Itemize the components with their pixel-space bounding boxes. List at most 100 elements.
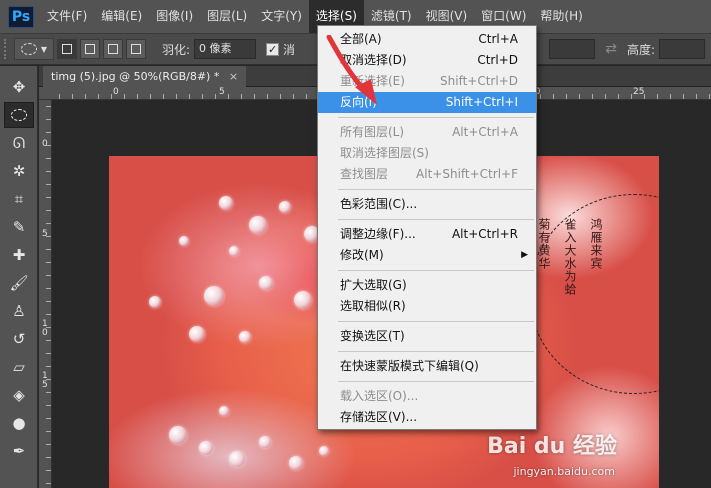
- menu-separator: [338, 117, 534, 118]
- ruler-tick: [46, 197, 51, 198]
- pen-icon[interactable]: ✒: [4, 438, 34, 464]
- ruler-tick: [46, 249, 51, 250]
- close-icon[interactable]: ×: [229, 70, 238, 83]
- ruler-tick: [46, 106, 51, 107]
- ruler-label: 25: [633, 87, 645, 97]
- height-input[interactable]: [659, 39, 705, 59]
- ruler-tick: [46, 366, 51, 367]
- brush-icon[interactable]: 🖌: [4, 270, 34, 296]
- menu-item-shortcut: Alt+Shift+Ctrl+F: [416, 167, 518, 181]
- ruler-tick: [644, 94, 645, 99]
- menu-item-label: 查找图层: [340, 167, 389, 181]
- menu-item-shortcut: Ctrl+A: [478, 32, 518, 46]
- select-menu-item[interactable]: 色彩范围(C)...: [318, 194, 536, 215]
- menu-2[interactable]: 图像(I): [149, 0, 200, 33]
- ruler-tick: [46, 314, 51, 315]
- ruler-tick: [98, 94, 99, 99]
- new-selection-button[interactable]: [57, 39, 77, 59]
- select-menu-item[interactable]: 查找图层 Alt+Shift+Ctrl+F: [318, 164, 536, 185]
- ruler-tick: [59, 94, 60, 99]
- ruler-tick: [605, 94, 606, 99]
- select-menu-item[interactable]: 调整边缘(F)... Alt+Ctrl+R: [318, 224, 536, 245]
- water-droplet: [169, 426, 187, 444]
- ruler-tick: [696, 94, 697, 99]
- crop-icon[interactable]: ⌗: [4, 186, 34, 212]
- ruler-label: 5: [219, 87, 225, 97]
- ruler-tick: [202, 94, 203, 99]
- ruler-tick: [46, 340, 51, 341]
- select-menu-item[interactable]: 取消选择图层(S): [318, 143, 536, 164]
- ruler-tick: [306, 94, 307, 99]
- lasso-icon[interactable]: ᘏ: [4, 130, 34, 156]
- clone-stamp-icon[interactable]: ♙: [4, 298, 34, 324]
- move-icon[interactable]: ✥: [4, 74, 34, 100]
- dodge-icon[interactable]: ●: [4, 410, 34, 436]
- water-droplet: [229, 451, 245, 467]
- options-grip[interactable]: [4, 39, 10, 59]
- water-droplet: [279, 201, 291, 213]
- select-menu-item[interactable]: 选取相似(R): [318, 296, 536, 317]
- ruler-tick: [241, 94, 242, 99]
- select-menu-item[interactable]: 修改(M) ▶: [318, 245, 536, 266]
- menu-item-label: 色彩范围(C)...: [340, 197, 418, 211]
- menu-item-shortcut: Shift+Ctrl+I: [445, 95, 518, 109]
- water-droplet: [259, 436, 271, 448]
- ruler-tick: [85, 94, 86, 99]
- menu-item-label: 取消选择图层(S): [340, 146, 429, 160]
- ellipse-marquee-icon[interactable]: [4, 102, 34, 128]
- select-menu-item[interactable]: 载入选区(O)...: [318, 386, 536, 407]
- width-input[interactable]: [549, 39, 596, 59]
- ruler-tick: [46, 483, 51, 484]
- ruler-tick: [46, 223, 51, 224]
- menu-separator: [338, 219, 534, 220]
- ruler-tick: [566, 94, 567, 99]
- select-menu-item[interactable]: 扩大选取(G): [318, 275, 536, 296]
- ruler-tick: [293, 94, 294, 99]
- ruler-tick: [72, 94, 73, 99]
- ruler-tick: [46, 288, 51, 289]
- select-menu-item[interactable]: 在快速蒙版模式下编辑(Q): [318, 356, 536, 377]
- history-brush-icon[interactable]: ↺: [4, 326, 34, 352]
- ruler-tick: [46, 171, 51, 172]
- ruler-tick: [592, 94, 593, 99]
- eyedropper-icon[interactable]: ✎: [4, 214, 34, 240]
- menu-item-label: 所有图层(L): [340, 125, 405, 139]
- document-tab[interactable]: timg (5).jpg @ 50%(RGB/8#) * ×: [43, 66, 247, 87]
- eraser-icon[interactable]: ▱: [4, 354, 34, 380]
- water-droplet: [294, 291, 312, 309]
- menu-item-shortcut: Alt+Ctrl+A: [452, 125, 518, 139]
- menu-item-label: 调整边缘(F)...: [340, 227, 416, 241]
- antialias-checkbox[interactable]: ✓: [266, 42, 280, 56]
- paint-bucket-icon[interactable]: ◈: [4, 382, 34, 408]
- menu-0[interactable]: 文件(F): [40, 0, 94, 33]
- subtract-from-selection-button[interactable]: [103, 39, 123, 59]
- ruler-label: 1 0: [42, 319, 48, 338]
- ruler-tick: [124, 94, 125, 99]
- ruler-tick: [631, 94, 632, 99]
- feather-input[interactable]: 0 像素: [194, 39, 257, 59]
- water-droplet: [289, 456, 303, 470]
- add-to-selection-button[interactable]: [80, 39, 100, 59]
- tool-preset-picker[interactable]: ▼: [14, 38, 54, 60]
- feather-label: 羽化:: [162, 42, 191, 57]
- water-droplet: [204, 286, 224, 306]
- healing-brush-icon[interactable]: ✚: [4, 242, 34, 268]
- ruler-tick: [111, 94, 112, 99]
- menu-4[interactable]: 文字(Y): [254, 0, 309, 33]
- menu-9[interactable]: 帮助(H): [533, 0, 589, 33]
- select-menu-item[interactable]: 所有图层(L) Alt+Ctrl+A: [318, 122, 536, 143]
- swap-icon[interactable]: ⇄: [605, 41, 617, 57]
- intersect-selection-button[interactable]: [126, 39, 146, 59]
- poem-column-1: 鸿雁来宾: [589, 218, 603, 270]
- menu-item-label: 载入选区(O)...: [340, 389, 419, 403]
- select-menu-item[interactable]: 变换选区(T): [318, 326, 536, 347]
- menu-item-shortcut: Alt+Ctrl+R: [451, 227, 518, 241]
- menu-1[interactable]: 编辑(E): [94, 0, 149, 33]
- ruler-tick: [215, 94, 216, 99]
- menu-3[interactable]: 图层(L): [200, 0, 254, 33]
- magic-wand-icon[interactable]: ✲: [4, 158, 34, 184]
- menu-separator: [338, 270, 534, 271]
- select-menu-item[interactable]: 存储选区(V)...: [318, 407, 536, 428]
- ruler-tick: [46, 353, 51, 354]
- water-droplet: [319, 446, 329, 456]
